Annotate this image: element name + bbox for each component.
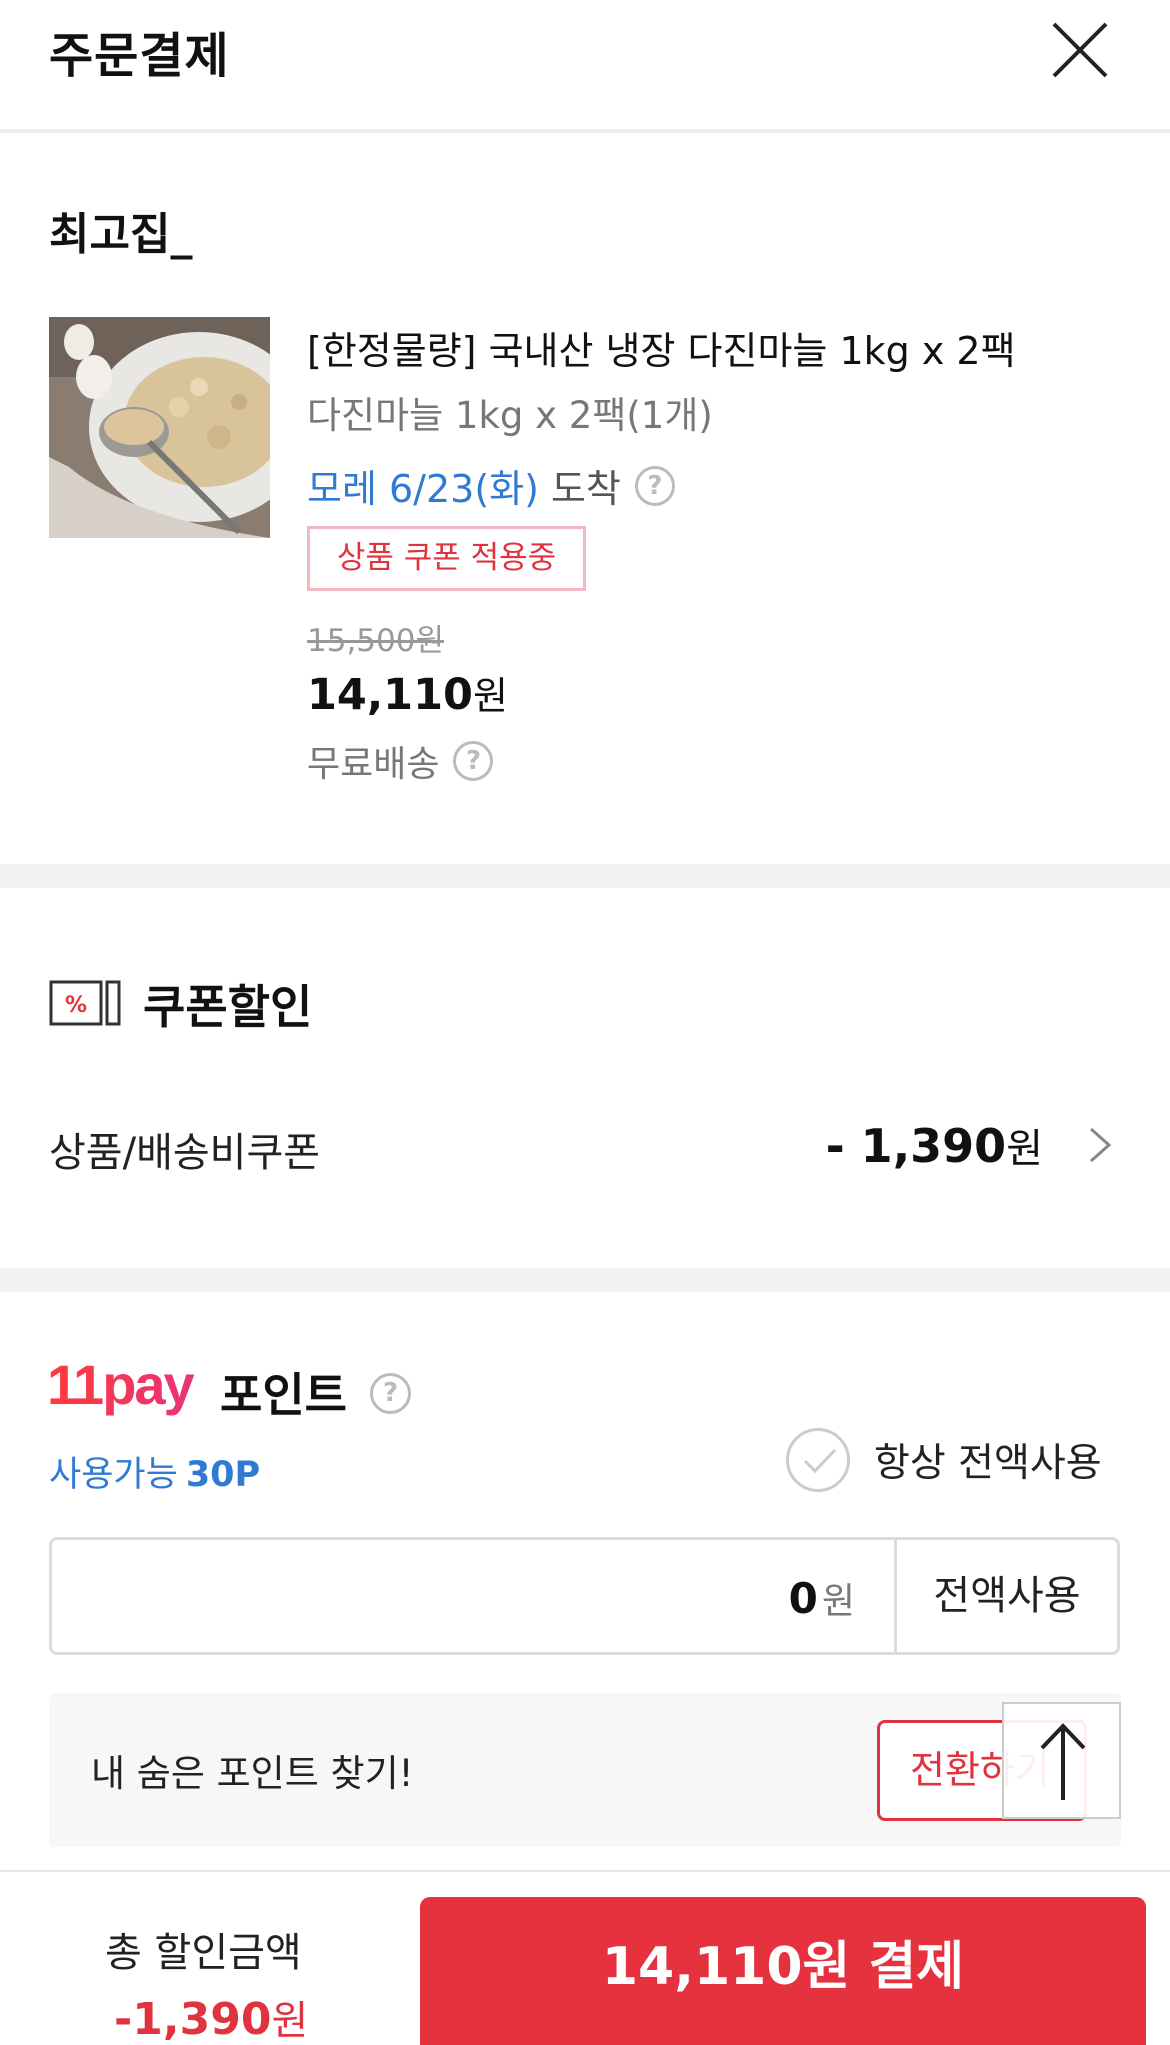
bottom-payment-bar: 총 할인금액 -1,390원 14,110원 결제 <box>0 1870 1170 2045</box>
help-icon[interactable]: ? <box>370 1373 411 1414</box>
hidden-points-banner: 내 숨은 포인트 찾기! 전환하기 <box>49 1693 1121 1847</box>
help-icon[interactable]: ? <box>634 465 675 506</box>
original-price: 15,500원 <box>307 623 444 659</box>
11pay-logo: 11pay <box>47 1358 197 1416</box>
points-amount-value: 0원 <box>789 1572 855 1624</box>
sale-price-number: 14,110 <box>307 670 473 720</box>
arrival-date: 모레 6/23(화) <box>307 467 539 511</box>
total-discount-label: 총 할인금액 <box>105 1930 302 1976</box>
available-label: 사용가능 <box>49 1455 178 1495</box>
coupon-icon: % <box>49 980 121 1026</box>
always-use-all-label: 항상 전액사용 <box>874 1441 1102 1486</box>
available-points: 사용가능 30P <box>49 1446 260 1497</box>
scroll-to-top-button[interactable] <box>1002 1702 1121 1819</box>
sale-price-unit: 원 <box>472 674 508 718</box>
points-section-title: 포인트 <box>220 1368 347 1422</box>
always-use-all-toggle[interactable]: 항상 전액사용 <box>786 1428 1102 1492</box>
product-option: 다진마늘 1kg x 2팩(1개) <box>307 394 713 437</box>
11pay-logo-text: 11pay <box>47 1358 195 1416</box>
arrival-info: 모레 6/23(화) 도착 ? <box>307 458 675 513</box>
coupon-section-title: 쿠폰할인 <box>143 980 313 1034</box>
arrow-up-icon <box>1040 1723 1086 1800</box>
hidden-points-text: 내 숨은 포인트 찾기! <box>91 1752 414 1795</box>
coupon-discount-unit: 원 <box>1006 1126 1043 1172</box>
total-discount-value: -1,390원 <box>114 1988 308 2045</box>
points-amount-unit: 원 <box>821 1581 855 1622</box>
points-amount-input[interactable]: 0원 <box>49 1537 895 1655</box>
total-discount-number: -1,390 <box>114 1994 272 2045</box>
arrival-word: 도착 <box>550 467 621 511</box>
available-value: 30P <box>185 1455 261 1495</box>
check-circle-icon[interactable] <box>786 1428 850 1492</box>
help-icon[interactable]: ? <box>453 741 494 781</box>
close-icon[interactable] <box>1050 20 1110 80</box>
chevron-right-icon[interactable] <box>1087 1126 1113 1164</box>
page-title: 주문결제 <box>49 28 230 84</box>
section-divider <box>0 864 1170 888</box>
pay-button[interactable]: 14,110원 결제 <box>420 1897 1146 2045</box>
points-amount-number: 0 <box>788 1574 818 1623</box>
coupon-discount-value[interactable]: - 1,390원 <box>826 1116 1043 1174</box>
shipping-label: 무료배송 <box>307 744 440 785</box>
coupon-icon-text: % <box>65 993 87 1018</box>
sale-price: 14,110원 <box>307 665 508 720</box>
header: 주문결제 <box>0 0 1170 133</box>
shipping-info: 무료배송 ? <box>307 735 494 787</box>
section-divider <box>0 1268 1170 1292</box>
use-all-points-button[interactable]: 전액사용 <box>894 1537 1120 1655</box>
coupon-discount-number: - 1,390 <box>825 1119 1007 1173</box>
seller-name: 최고집_ <box>49 209 193 260</box>
product-title[interactable]: [한정물량] 국내산 냉장 다진마늘 1kg x 2팩 <box>307 320 1016 375</box>
coupon-row-label[interactable]: 상품/배송비쿠폰 <box>49 1120 320 1178</box>
garlic-product-image[interactable] <box>49 317 270 538</box>
coupon-applied-badge: 상품 쿠폰 적용중 <box>307 526 586 591</box>
total-discount-unit: 원 <box>271 1998 309 2044</box>
